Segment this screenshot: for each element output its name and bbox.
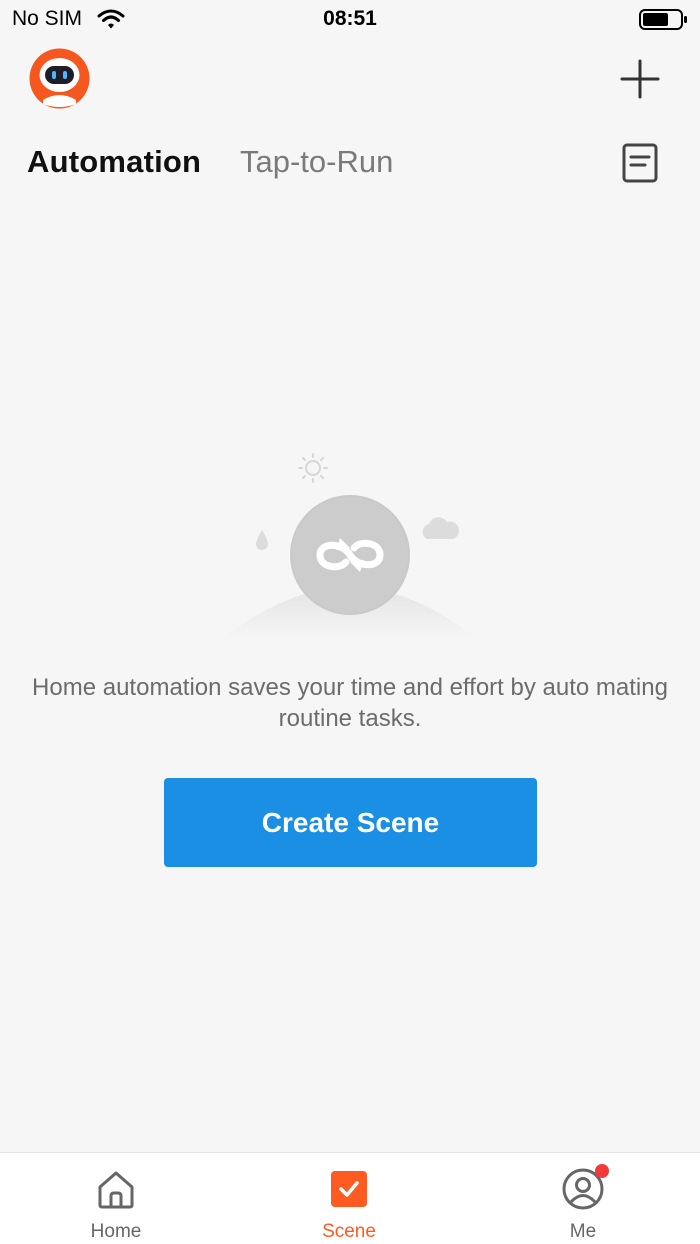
bottom-nav: Home Scene Me: [0, 1152, 700, 1244]
empty-state-message: Home automation saves your time and effo…: [32, 674, 668, 732]
nav-label-me: Me: [569, 1221, 597, 1242]
document-log-icon[interactable]: [620, 140, 660, 186]
notification-badge: [595, 1164, 609, 1178]
scene-tabs: Automation Tap-to-Run: [0, 140, 700, 190]
nav-item-home[interactable]: Home: [36, 1153, 196, 1244]
nav-label-home: Home: [90, 1221, 142, 1242]
scene-check-icon: [331, 1171, 367, 1207]
scene-screen: No SIM 08:51 Automation Tap-to-Run Home …: [0, 0, 700, 1244]
add-button[interactable]: [619, 58, 661, 100]
tab-tap-to-run[interactable]: Tap-to-Run: [240, 144, 393, 180]
tab-automation[interactable]: Automation: [27, 144, 201, 180]
home-icon: [98, 1171, 134, 1209]
status-bar: No SIM 08:51: [0, 0, 700, 40]
create-scene-button[interactable]: Create Scene: [164, 778, 537, 867]
automation-loop-icon: [222, 453, 478, 640]
clock: 08:51: [323, 7, 377, 30]
nav-label-scene: Scene: [322, 1221, 376, 1242]
nav-item-scene[interactable]: Scene: [269, 1153, 429, 1244]
nav-item-me[interactable]: Me: [503, 1153, 663, 1244]
robot-avatar-icon[interactable]: [29, 48, 90, 109]
battery-icon: [639, 9, 687, 30]
